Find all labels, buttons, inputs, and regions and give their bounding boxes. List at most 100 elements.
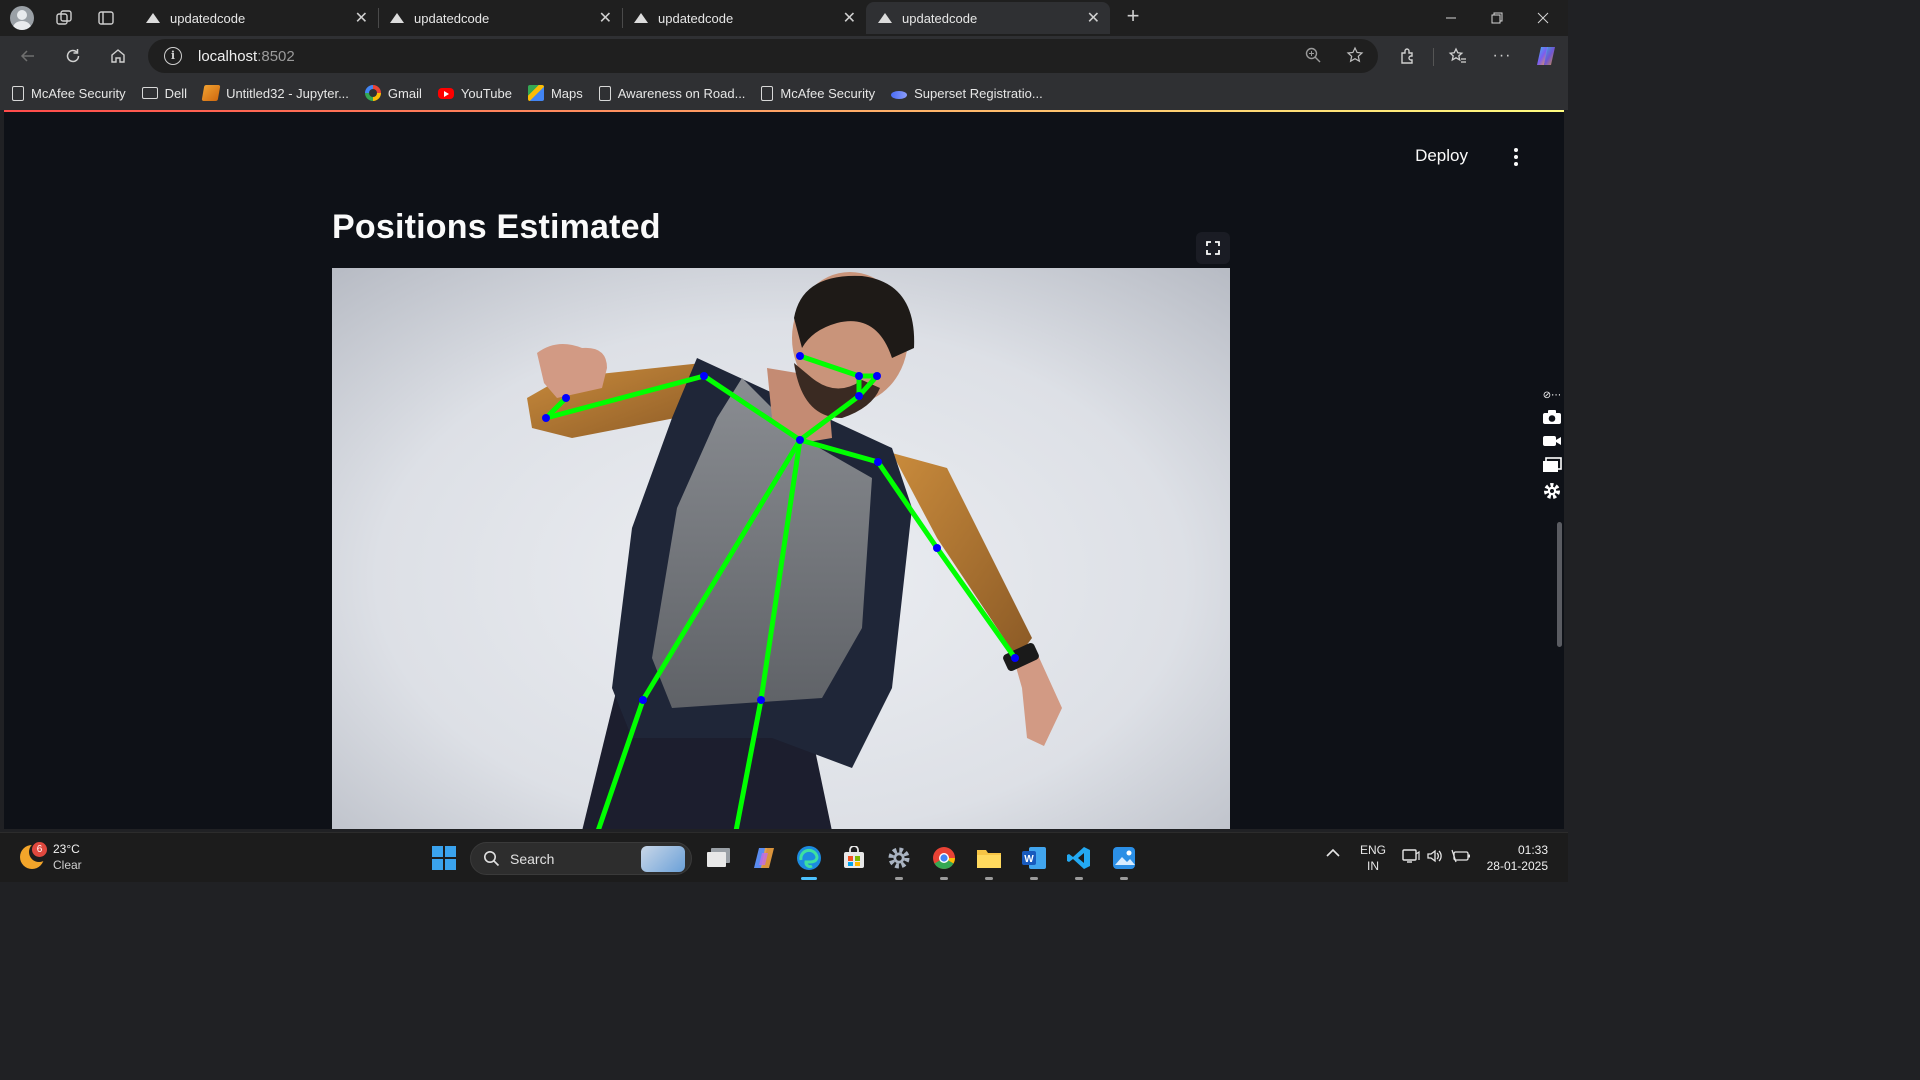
vertical-tabs-button[interactable] [84, 0, 128, 36]
search-highlight-icon [641, 846, 685, 872]
main-menu-button[interactable] [1512, 146, 1520, 166]
system-clock[interactable]: 01:33 28-01-2025 [1487, 842, 1548, 874]
video-camera-icon[interactable] [1542, 433, 1562, 449]
page-viewport: Deploy Positions Estimated ⊘⋯ [4, 110, 1564, 829]
minimize-button[interactable] [1428, 0, 1474, 36]
tab-title: updatedcode [414, 10, 490, 26]
reload-button[interactable] [57, 40, 89, 72]
bookmark-item[interactable]: McAfee Security [761, 85, 875, 101]
word-taskbar-button[interactable]: W [1018, 842, 1050, 880]
document-icon [12, 85, 24, 101]
weather-badge: 6 [32, 842, 47, 857]
tab-close-icon[interactable]: ✕ [843, 8, 856, 28]
youtube-icon [437, 87, 454, 99]
tab-close-icon[interactable]: ✕ [355, 8, 368, 28]
reload-icon [66, 49, 80, 63]
tab-close-icon[interactable]: ✕ [599, 8, 612, 28]
start-button[interactable] [428, 842, 460, 874]
copilot-icon [754, 848, 774, 868]
edge-taskbar-button[interactable] [793, 842, 825, 880]
search-label: Search [510, 850, 555, 867]
copilot-taskbar-button[interactable] [748, 842, 780, 874]
copilot-button[interactable] [1530, 40, 1562, 72]
battery-icon[interactable] [1451, 848, 1471, 867]
browser-tab[interactable]: updatedcode ✕ [134, 2, 378, 34]
favorite-star-icon[interactable] [1346, 46, 1364, 69]
taskbar-search[interactable]: Search [470, 842, 692, 875]
language-indicator[interactable]: ENG IN [1360, 842, 1386, 874]
zoom-icon[interactable] [1304, 46, 1322, 69]
settings-more-button[interactable]: ··· [1486, 40, 1518, 72]
running-app-indicator [1120, 877, 1128, 880]
bookmark-item[interactable]: Gmail [364, 85, 422, 101]
store-taskbar-button[interactable] [838, 842, 870, 874]
photos-taskbar-button[interactable] [1108, 842, 1140, 880]
maps-icon [527, 85, 544, 101]
task-view-button[interactable] [703, 842, 735, 874]
bookmark-item[interactable]: Awareness on Road... [598, 85, 746, 101]
extensions-button[interactable] [1392, 40, 1424, 72]
tab-title: updatedcode [902, 10, 978, 26]
streamlit-favicon-icon [878, 13, 892, 23]
document-icon [598, 85, 611, 101]
side-toolbar: ⊘⋯ [1540, 390, 1564, 501]
new-tab-button[interactable]: + [1120, 4, 1146, 30]
fullscreen-button[interactable] [1196, 232, 1230, 264]
network-icon[interactable] [1402, 848, 1420, 867]
bookmark-item[interactable]: Dell [141, 85, 188, 101]
back-button[interactable] [12, 40, 44, 72]
streamlit-favicon-icon [634, 13, 648, 23]
tab-close-icon[interactable]: ✕ [1087, 8, 1100, 28]
windows-logo-icon [432, 846, 456, 870]
back-arrow-icon [20, 50, 34, 62]
bookmark-item[interactable]: YouTube [437, 85, 512, 101]
browser-tab[interactable]: updatedcode ✕ [622, 2, 866, 34]
windows-icon[interactable] [1542, 457, 1562, 473]
weather-widget[interactable]: 6 23°C Clear [20, 841, 82, 873]
bookmark-label: Awareness on Road... [617, 85, 746, 101]
tray-overflow-button[interactable] [1326, 847, 1340, 861]
gear-icon[interactable] [1542, 481, 1562, 501]
favorites-button[interactable] [1442, 40, 1474, 72]
bookmark-label: Dell [164, 85, 188, 101]
settings-taskbar-button[interactable] [883, 842, 915, 880]
file-explorer-taskbar-button[interactable] [973, 842, 1005, 880]
camera-icon[interactable] [1542, 409, 1562, 425]
profile-button[interactable] [0, 0, 44, 36]
address-bar[interactable]: i localhost:8502 [148, 39, 1378, 73]
site-info-icon[interactable]: i [164, 47, 182, 65]
chrome-taskbar-button[interactable] [928, 842, 960, 880]
bookmark-label: YouTube [460, 85, 512, 101]
bookmark-item[interactable]: McAfee Security [12, 85, 126, 101]
gear-icon [888, 847, 910, 869]
home-button[interactable] [102, 40, 134, 72]
browser-tab[interactable]: updatedcode ✕ [378, 2, 622, 34]
bookmark-label: Maps [550, 85, 583, 101]
page-scrollbar[interactable] [1557, 522, 1562, 647]
streamlit-favicon-icon [390, 13, 404, 23]
browser-title-bar: updatedcode ✕ updatedcode ✕ updatedcode … [0, 0, 1568, 36]
close-window-button[interactable] [1520, 0, 1566, 36]
bookmark-label: McAfee Security [31, 85, 126, 101]
workspaces-button[interactable] [42, 0, 86, 36]
toolbar-divider [1433, 48, 1434, 66]
bookmark-item[interactable]: Untitled32 - Jupyter... [201, 85, 349, 101]
bookmark-item[interactable]: Superset Registratio... [891, 86, 1043, 101]
running-app-indicator [940, 877, 948, 880]
svg-text:W: W [1024, 854, 1034, 865]
photos-icon [1113, 847, 1135, 869]
store-icon [844, 846, 864, 868]
bookmarks-bar: McAfee Security Dell Untitled32 - Jupyte… [0, 76, 1568, 110]
browser-tab-active[interactable]: updatedcode ✕ [866, 2, 1110, 34]
vscode-taskbar-button[interactable] [1063, 842, 1095, 880]
bookmark-item[interactable]: Maps [527, 85, 583, 101]
running-app-indicator [1030, 877, 1038, 880]
extensions-icon [1401, 48, 1413, 64]
deploy-button[interactable]: Deploy [1415, 146, 1468, 166]
volume-icon[interactable] [1426, 848, 1444, 867]
restore-button[interactable] [1474, 0, 1520, 36]
tool-options-icon[interactable]: ⊘⋯ [1543, 390, 1561, 401]
document-icon [761, 85, 774, 101]
pose-estimation-image [332, 268, 1230, 829]
jupyter-icon [201, 85, 221, 101]
